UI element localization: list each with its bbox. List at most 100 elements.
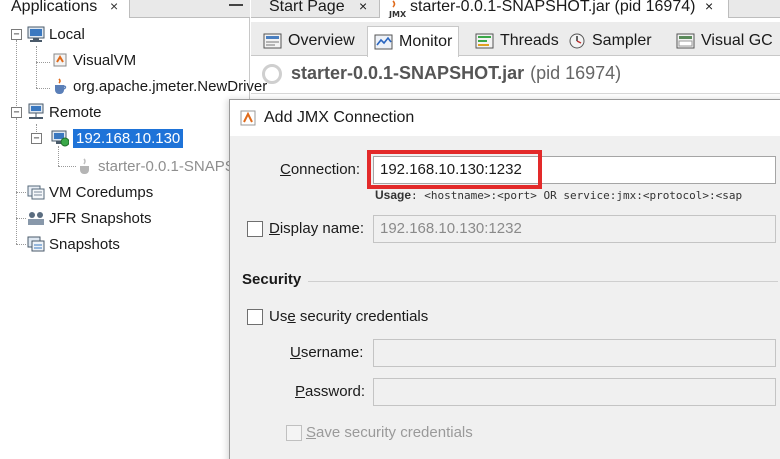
tree-label-local: Local [49,25,85,43]
use-security-credentials-checkbox[interactable] [247,309,263,325]
password-mnemonic: P [295,383,306,400]
collapse-toggle-local[interactable]: − [11,29,22,40]
tree-item-local[interactable]: Local [27,22,85,46]
username-label: Username: [290,344,363,361]
tree-item-jmeter[interactable]: org.apache.jmeter.NewDriver [51,74,267,98]
security-heading: Security [242,271,302,288]
tab-threads[interactable]: Threads [475,26,559,56]
password-label: Password: [295,383,365,400]
tree-label-remote: Remote [49,103,102,121]
jmx-app-icon: JMX [388,0,407,23]
tab-overview[interactable]: Overview [263,26,355,56]
tree-connector [16,244,26,245]
tab-overview-label: Overview [288,32,355,49]
threads-icon [475,32,495,50]
usage-hint-bold: Usage [375,188,412,202]
tree-item-snapshots[interactable]: Snapshots [27,232,120,256]
tab-monitor[interactable]: Monitor [367,26,460,57]
process-title: starter-0.0.1-SNAPSHOT.jar (pid 16974) [262,63,621,84]
tree-connector [16,192,26,193]
tab-starter-app-label: starter-0.0.1-SNAPSHOT.jar (pid 16974) [410,0,696,15]
display-name-checkbox[interactable] [247,221,263,237]
save-security-credentials-checkbox[interactable] [286,425,302,441]
tab-starter-app[interactable]: JMX starter-0.0.1-SNAPSHOT.jar (pid 1697… [379,0,729,19]
tab-visual-gc[interactable]: Visual GC [676,26,773,56]
connection-label: Connection: [280,161,360,178]
save-credentials-text: ave security credentials [316,424,473,441]
overview-icon [263,32,283,50]
tab-monitor-label: Monitor [399,33,453,50]
visual-gc-icon [676,32,696,50]
display-name-text: isplay name: [279,220,365,237]
tree-item-remote[interactable]: Remote [27,100,102,124]
tree-connector [16,218,26,219]
tab-threads-label: Threads [500,32,559,49]
display-name-mnemonic: D [269,220,280,237]
password-text: assword: [305,383,366,400]
collapse-toggle-host[interactable]: − [31,133,42,144]
divider [308,281,778,282]
connection-label-mnemonic: C [280,161,291,178]
coredump-icon [27,183,45,201]
close-icon[interactable]: × [110,0,118,14]
applications-tab[interactable]: Applications × [0,0,130,18]
java-cup-icon [51,77,69,95]
display-name-input[interactable]: 192.168.10.130:1232 [373,215,776,243]
visualvm-icon [51,51,69,69]
tree-label-host: 192.168.10.130 [73,128,184,148]
username-text: sername: [300,344,364,361]
add-jmx-connection-dialog: Add JMX Connection Connection: 192.168.1… [229,99,780,459]
java-app-icon [76,157,94,175]
tree-label-jfr-snapshots: JFR Snapshots [49,209,152,227]
view-tabs: Overview Monitor Threads Sampler Visual … [251,22,780,57]
tree-connector [16,118,17,244]
monitor-icon [374,33,394,51]
usage-hint: Usage: <hostname>:<port> OR service:jmx:… [375,188,742,202]
collapse-toggle-remote[interactable]: − [11,107,22,118]
applications-header: Applications × [0,0,250,18]
document-tabs: Start Page × JMX starter-0.0.1-SNAPSHOT.… [251,0,780,19]
loading-spinner-icon [262,63,282,84]
password-input[interactable] [373,378,776,406]
computer-icon [27,25,45,43]
process-pid: (pid 16974) [530,63,622,83]
divider [251,93,780,94]
tree-label-snapshots: Snapshots [49,235,120,253]
tree-item-jfr-snapshots[interactable]: JFR Snapshots [27,206,152,230]
jfr-icon [27,209,45,227]
tab-start-page-label: Start Page [269,0,345,15]
use-credentials-text: security credentials [295,308,429,325]
close-icon[interactable]: × [359,0,367,14]
tree-connector [36,46,37,88]
applications-tab-label: Applications [11,0,98,15]
tree-item-visualvm[interactable]: VisualVM [51,48,136,72]
tree-item-vm-coredumps[interactable]: VM Coredumps [27,180,153,204]
usage-hint-text: : <hostname>:<port> OR service:jmx:<prot… [411,189,743,202]
tree-label-vm-coredumps: VM Coredumps [49,183,154,201]
username-input[interactable] [373,339,776,367]
sampler-icon [567,32,587,50]
applications-panel: Applications × − Local VisualVM org.apac… [0,0,286,459]
tab-visual-gc-label: Visual GC [701,32,773,49]
svg-text:JMX: JMX [388,10,406,18]
network-icon [27,103,45,121]
dialog-titlebar[interactable]: Add JMX Connection [230,100,780,136]
tree-item-host[interactable]: 192.168.10.130 [51,126,184,150]
use-security-credentials-label: Use security credentials [269,308,428,325]
save-security-credentials-label: Save security credentials [306,424,473,441]
tab-sampler[interactable]: Sampler [567,26,652,56]
use-credentials-mnemonic: e [287,308,296,325]
tab-sampler-label: Sampler [592,32,652,49]
use-credentials-text-pre: Us [269,308,288,325]
remote-host-icon [51,129,70,147]
visualvm-icon [240,110,256,130]
close-icon[interactable]: × [705,0,713,14]
tree-label-jmeter: org.apache.jmeter.NewDriver [73,77,268,95]
display-name-label: Display name: [269,220,364,237]
save-credentials-mnemonic: S [306,424,317,441]
connection-input[interactable]: 192.168.10.130:1232 [373,156,776,184]
minimize-icon[interactable] [229,4,243,6]
tree-connector [36,88,50,89]
username-mnemonic: U [290,344,301,361]
tab-start-page[interactable]: Start Page × [251,0,379,18]
